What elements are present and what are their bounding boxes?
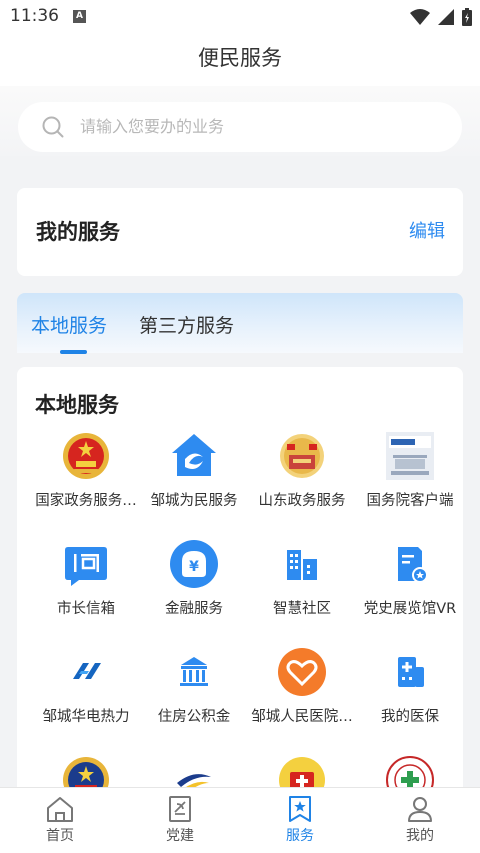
battery-icon bbox=[462, 8, 472, 26]
my-services-card: 我的服务 编辑 bbox=[17, 188, 463, 276]
nav-label: 党建 bbox=[166, 828, 194, 844]
service-item-zoucheng-hospital[interactable]: 邹城人民医院… bbox=[243, 647, 361, 726]
service-label: 市长信箱 bbox=[57, 601, 115, 617]
nav-label: 首页 bbox=[46, 828, 74, 844]
medical-insurance-icon bbox=[398, 657, 424, 687]
edit-button[interactable]: 编辑 bbox=[409, 217, 445, 243]
service-item-state-council[interactable]: 国务院客户端 bbox=[351, 431, 469, 510]
mailbox-icon bbox=[65, 547, 107, 586]
svg-text:¥: ¥ bbox=[189, 559, 199, 575]
huadian-icon bbox=[73, 663, 101, 679]
section-title: 本地服务 bbox=[35, 393, 119, 417]
state-council-icon bbox=[386, 432, 434, 480]
service-item-shandong-gov[interactable]: 山东政务服务 bbox=[243, 431, 361, 510]
nav-label: 我的 bbox=[406, 828, 434, 844]
nav-home[interactable]: 首页 bbox=[0, 788, 120, 853]
exhibition-icon bbox=[398, 547, 428, 583]
service-label: 山东政务服务 bbox=[258, 493, 346, 509]
service-item-zoucheng-people[interactable]: 邹城为民服务 bbox=[135, 431, 253, 510]
nav-service[interactable]: 服务 bbox=[240, 788, 360, 853]
shandong-gov-icon bbox=[280, 434, 324, 478]
service-label: 国家政务服务… bbox=[35, 493, 137, 509]
status-icons bbox=[410, 7, 472, 27]
service-label: 国务院客户端 bbox=[366, 493, 454, 509]
service-label: 邹城人民医院… bbox=[251, 709, 353, 725]
service-item-finance[interactable]: ¥ 金融服务 bbox=[135, 539, 253, 618]
service-item-mayor-mailbox[interactable]: 市长信箱 bbox=[27, 539, 145, 618]
housing-fund-icon bbox=[180, 657, 208, 686]
service-item-huadian-heating[interactable]: 邹城华电热力 bbox=[27, 647, 145, 726]
active-tab-indicator bbox=[60, 350, 87, 354]
hospital-heart-icon bbox=[278, 648, 326, 696]
nav-party-building[interactable]: 党建 bbox=[120, 788, 240, 853]
home-icon bbox=[47, 797, 73, 822]
service-label: 党史展览馆VR bbox=[363, 601, 457, 617]
service-label: 金融服务 bbox=[165, 601, 223, 617]
service-label: 邹城为民服务 bbox=[150, 493, 238, 509]
house-icon bbox=[172, 434, 216, 476]
tab-third-party-services[interactable]: 第三方服务 bbox=[139, 311, 234, 338]
service-item-housing-fund[interactable]: 住房公积金 bbox=[135, 647, 253, 726]
service-tabs: 本地服务 第三方服务 bbox=[17, 293, 463, 354]
service-item-national-gov[interactable]: 国家政务服务… bbox=[27, 431, 145, 510]
service-item-smart-community[interactable]: 智慧社区 bbox=[243, 539, 361, 618]
profile-icon bbox=[408, 797, 432, 822]
service-item-medical-insurance[interactable]: 我的医保 bbox=[351, 647, 469, 726]
bottom-navigation: 首页 党建 服务 我的 bbox=[0, 787, 480, 853]
service-label: 我的医保 bbox=[381, 709, 439, 725]
nav-profile[interactable]: 我的 bbox=[360, 788, 480, 853]
wifi-icon bbox=[410, 9, 430, 25]
signal-icon bbox=[438, 9, 454, 25]
search-area: 请输入您要办的业务 bbox=[0, 86, 480, 156]
search-icon bbox=[42, 116, 64, 138]
nav-label: 服务 bbox=[286, 828, 314, 844]
community-icon bbox=[287, 550, 317, 580]
notification-icon: A bbox=[73, 10, 86, 23]
service-star-icon bbox=[289, 796, 311, 822]
search-placeholder: 请输入您要办的业务 bbox=[80, 117, 225, 136]
finance-icon: ¥ bbox=[170, 540, 218, 588]
search-input[interactable]: 请输入您要办的业务 bbox=[18, 102, 462, 152]
status-bar: 11:36 A bbox=[0, 0, 480, 34]
tab-local-services[interactable]: 本地服务 bbox=[31, 311, 107, 338]
service-label: 邹城华电热力 bbox=[42, 709, 130, 725]
service-label: 住房公积金 bbox=[157, 709, 231, 725]
my-services-title: 我的服务 bbox=[36, 220, 120, 244]
local-services-card: 本地服务 国家政务服务… 邹城为民服务 山东政务服务 国务院客户端 市长信箱 ¥… bbox=[17, 367, 463, 807]
page-title: 便民服务 bbox=[0, 34, 480, 86]
service-item-party-history-vr[interactable]: 党史展览馆VR bbox=[351, 539, 469, 618]
status-time: 11:36 bbox=[10, 6, 59, 26]
national-emblem-icon bbox=[63, 433, 109, 479]
service-label: 智慧社区 bbox=[273, 601, 331, 617]
party-book-icon bbox=[169, 796, 191, 822]
